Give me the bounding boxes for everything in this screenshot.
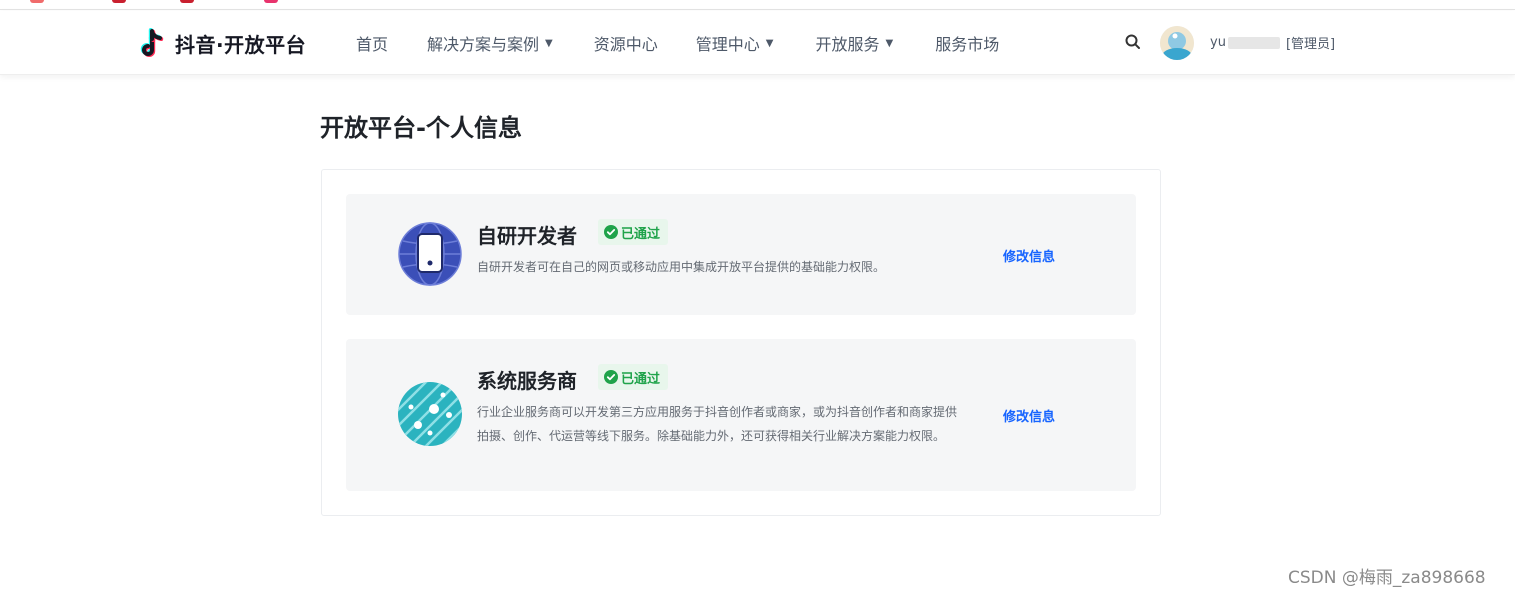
caret-down-icon: ▼ [765, 37, 774, 49]
nav-item-label: 资源中心 [593, 35, 658, 54]
avatar-image [1160, 26, 1194, 60]
search-icon[interactable] [1124, 33, 1142, 51]
nav-item-resources[interactable]: 资源中心 [594, 31, 658, 55]
redacted-username [1227, 36, 1280, 49]
status-badge-label: 已通过 [621, 371, 661, 387]
status-badge: 已通过 [598, 219, 669, 245]
edit-info-link[interactable]: 修改信息 [1003, 406, 1055, 425]
page-title: 开放平台-个人信息 [320, 114, 522, 142]
user-menu[interactable]: yu [管理员] [1210, 33, 1335, 52]
username-text: yu [1210, 35, 1226, 50]
card-title: 系统服务商 [477, 369, 577, 393]
globe-phone-icon [398, 222, 462, 286]
nav-item-solutions[interactable]: 解决方案与案例 ▼ [427, 31, 553, 55]
csdn-watermark: CSDN @梅雨_za898668 [1288, 568, 1486, 588]
caret-down-icon: ▼ [545, 37, 553, 49]
card-title: 自研开发者 [477, 224, 577, 248]
browser-tab-strip [0, 0, 1515, 10]
douyin-open-platform-logo[interactable]: 抖音·开放平台 [140, 27, 306, 59]
logo-text: 抖音·开放平台 [175, 32, 307, 57]
check-circle-icon [604, 370, 618, 384]
top-navigation-bar: 抖音·开放平台 首页 解决方案与案例 ▼ 资源中心 管理中心 ▼ 开放服务 ▼ … [0, 11, 1515, 75]
identity-card-service-provider: 系统服务商 已通过 行业企业服务商可以开发第三方应用服务于抖音创作者或商家，或为… [346, 339, 1136, 491]
browser-tab-marker [264, 0, 278, 3]
nav-item-label: 管理中心 [695, 35, 760, 54]
identity-card-self-developer: 自研开发者 已通过 自研开发者可在自己的网页或移动应用中集成开放平台提供的基础能… [346, 194, 1136, 315]
nav-item-label: 开放服务 [815, 35, 880, 54]
avatar[interactable] [1160, 26, 1194, 60]
browser-tab-marker [180, 0, 194, 3]
card-description: 行业企业服务商可以开发第三方应用服务于抖音创作者或商家，或为抖音创作者和商家提供… [477, 405, 958, 443]
identity-panel: 自研开发者 已通过 自研开发者可在自己的网页或移动应用中集成开放平台提供的基础能… [321, 169, 1161, 516]
nav-item-label: 首页 [356, 35, 389, 54]
nav-item-home[interactable]: 首页 [356, 31, 388, 55]
check-circle-icon [604, 225, 618, 239]
edit-info-link[interactable]: 修改信息 [1003, 246, 1055, 265]
nav-item-management[interactable]: 管理中心 ▼ [696, 31, 774, 55]
main-nav: 首页 解决方案与案例 ▼ 资源中心 管理中心 ▼ 开放服务 ▼ 服务市场 [356, 11, 999, 75]
status-badge: 已通过 [598, 364, 669, 390]
nav-item-open-services[interactable]: 开放服务 ▼ [815, 31, 893, 55]
card-description: 自研开发者可在自己的网页或移动应用中集成开放平台提供的基础能力权限。 [477, 260, 886, 274]
browser-tab-marker [30, 0, 44, 3]
nav-item-service-market[interactable]: 服务市场 [935, 31, 999, 55]
nav-item-label: 解决方案与案例 [427, 35, 540, 54]
status-badge-label: 已通过 [621, 226, 661, 242]
nav-item-label: 服务市场 [935, 35, 1000, 54]
network-globe-icon [398, 382, 462, 446]
user-role-label: [管理员] [1285, 37, 1336, 52]
caret-down-icon: ▼ [885, 37, 894, 49]
douyin-logo-icon [140, 28, 164, 57]
browser-tab-marker [112, 0, 126, 3]
